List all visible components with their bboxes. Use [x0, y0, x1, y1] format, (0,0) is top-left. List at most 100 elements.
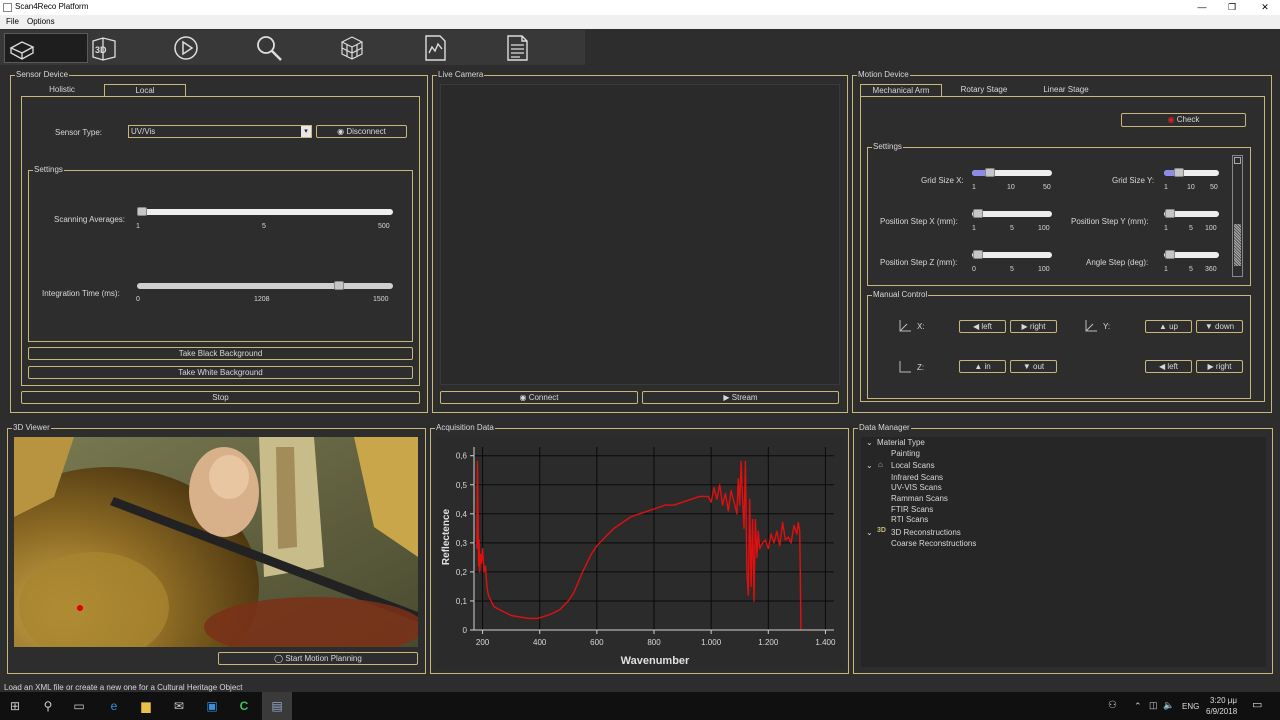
grid-size-x-handle[interactable]	[985, 168, 995, 177]
task-view-icon[interactable]: ▭	[64, 692, 94, 720]
rotate-right-button[interactable]: ▶ right	[1196, 360, 1243, 373]
sensor-type-select[interactable]: UV/Vis ▾	[128, 125, 312, 138]
x-right-button[interactable]: ▶ right	[1010, 320, 1057, 333]
integration-time-slider[interactable]	[137, 283, 393, 289]
y-down-button[interactable]: ▼ down	[1196, 320, 1243, 333]
y-tick-label: 0,5	[456, 481, 468, 490]
minimize-button[interactable]: —	[1187, 0, 1217, 15]
connect-button[interactable]: ◉ Connect	[440, 391, 638, 404]
y-up-button[interactable]: ▲ up	[1145, 320, 1192, 333]
status-dot-icon: ◉	[1167, 115, 1177, 124]
z-out-button[interactable]: ▼ out	[1010, 360, 1057, 373]
take-black-background-button[interactable]: Take Black Background	[28, 347, 413, 360]
stream-button[interactable]: ▶ Stream	[642, 391, 839, 404]
window-title: Scan4Reco Platform	[15, 2, 89, 11]
arrow-up-icon: ▲	[1158, 322, 1170, 331]
tree-expand-icon[interactable]: ⌄	[866, 528, 873, 537]
volume-icon[interactable]: 🔈	[1163, 700, 1174, 711]
position-step-z-slider[interactable]	[972, 252, 1052, 258]
tab-holistic[interactable]: Holistic	[22, 84, 102, 96]
scanning-averages-slider[interactable]	[137, 209, 393, 215]
tree-expand-icon[interactable]: ⌄	[866, 438, 873, 447]
integration-time-handle[interactable]	[334, 281, 344, 290]
network-icon[interactable]: ◫	[1149, 700, 1158, 711]
start-motion-planning-button[interactable]: ◯ Start Motion Planning	[218, 652, 418, 665]
chart-background	[436, 437, 844, 669]
arrow-down-icon: ▼	[1204, 322, 1215, 331]
tab-local[interactable]: Local	[104, 84, 186, 96]
menu-file[interactable]: File	[6, 17, 19, 26]
scroll-up-icon[interactable]	[1234, 157, 1241, 164]
menu-options[interactable]: Options	[27, 17, 55, 26]
position-step-x-handle[interactable]	[973, 209, 983, 218]
mail-icon[interactable]: ✉	[164, 692, 194, 720]
data-manager-title: Data Manager	[858, 423, 911, 432]
people-icon[interactable]: ⚇	[1108, 700, 1117, 711]
scanning-averages-mid: 5	[262, 223, 266, 230]
position-step-x-tick-max: 100	[1038, 225, 1050, 232]
outlook-icon[interactable]: ▣	[197, 692, 227, 720]
disconnect-button[interactable]: ◉ Disconnect	[316, 125, 407, 138]
scanning-averages-handle[interactable]	[137, 207, 147, 216]
edge-icon[interactable]: e	[99, 692, 129, 720]
3d-button[interactable]: 3D	[89, 33, 119, 63]
clock-time[interactable]: 3:20 μμ	[1210, 696, 1237, 705]
radio-icon: ◉	[519, 393, 529, 402]
angle-step-handle[interactable]	[1165, 250, 1175, 259]
3d-icon: 3D	[92, 37, 116, 61]
take-white-background-button[interactable]: Take White Background	[28, 366, 413, 379]
position-step-x-label: Position Step X (mm):	[880, 217, 958, 226]
title-bar: Scan4Reco Platform — ❐ ✕	[0, 0, 1280, 15]
tray-expand-icon[interactable]: ⌃	[1134, 701, 1142, 712]
explorer-icon[interactable]: ▆	[131, 692, 161, 720]
painting-viewport[interactable]	[14, 437, 418, 647]
tree-rti-scans[interactable]: RTI Scans	[891, 515, 928, 524]
integration-time-mid: 1208	[254, 296, 270, 303]
play-button[interactable]	[171, 33, 201, 63]
scan4reco-icon[interactable]: ▤	[262, 692, 292, 720]
cube-grid-button[interactable]	[337, 33, 367, 63]
tree-painting[interactable]: Painting	[891, 449, 920, 458]
stop-button[interactable]: Stop	[21, 391, 420, 404]
position-step-x-slider[interactable]	[972, 211, 1052, 217]
tree-ftir-scans[interactable]: FTIR Scans	[891, 505, 933, 514]
scroll-thumb[interactable]	[1234, 224, 1241, 266]
tree-expand-icon[interactable]: ⌄	[866, 461, 873, 470]
z-in-button[interactable]: ▲ in	[959, 360, 1006, 373]
tab-rotary-stage[interactable]: Rotary Stage	[944, 84, 1024, 96]
arrow-right-icon: ▶	[1207, 362, 1216, 371]
grid-size-y-label: Grid Size Y:	[1112, 176, 1155, 185]
rotate-left-button[interactable]: ◀ left	[1145, 360, 1192, 373]
cube-grid-icon	[341, 36, 363, 60]
notification-icon[interactable]: ▭	[1252, 698, 1262, 711]
tab-mechanical-arm[interactable]: Mechanical Arm	[860, 84, 942, 96]
clock-date[interactable]: 6/9/2018	[1206, 707, 1237, 716]
tree-ramman-scans[interactable]: Ramman Scans	[891, 494, 948, 503]
start-icon[interactable]: ⊞	[0, 692, 30, 720]
position-step-y-handle[interactable]	[1165, 209, 1175, 218]
data-tree[interactable]	[861, 437, 1266, 667]
check-button[interactable]: ◉ Check	[1121, 113, 1246, 127]
maximize-button[interactable]: ❐	[1217, 0, 1247, 15]
chart-doc-button[interactable]	[420, 33, 450, 63]
close-button[interactable]: ✕	[1250, 0, 1280, 15]
app-c-icon[interactable]: C	[229, 692, 259, 720]
x-left-button[interactable]: ◀ left	[959, 320, 1006, 333]
tree-uvvis-scans[interactable]: UV-VIS Scans	[891, 483, 942, 492]
document-button[interactable]	[502, 33, 532, 63]
search-button[interactable]	[254, 33, 284, 63]
connect-label: Connect	[528, 393, 559, 402]
chart-doc-icon	[425, 35, 446, 61]
tree-infrared-scans[interactable]: Infrared Scans	[891, 473, 943, 482]
search-icon[interactable]: ⚲	[33, 692, 63, 720]
position-step-z-handle[interactable]	[973, 250, 983, 259]
tree-local-scans[interactable]: Local Scans	[891, 461, 935, 470]
scan-object-button[interactable]	[4, 33, 88, 63]
grid-size-y-handle[interactable]	[1174, 168, 1184, 177]
tree-material-type[interactable]: Material Type	[877, 438, 925, 447]
tree-coarse-reconstructions[interactable]: Coarse Reconstructions	[891, 539, 976, 548]
settings-scrollbar[interactable]	[1232, 155, 1243, 277]
tree-3d-reconstructions[interactable]: 3D Reconstructions	[891, 528, 961, 537]
tab-linear-stage[interactable]: Linear Stage	[1026, 84, 1106, 96]
language-indicator[interactable]: ENG	[1182, 702, 1199, 711]
